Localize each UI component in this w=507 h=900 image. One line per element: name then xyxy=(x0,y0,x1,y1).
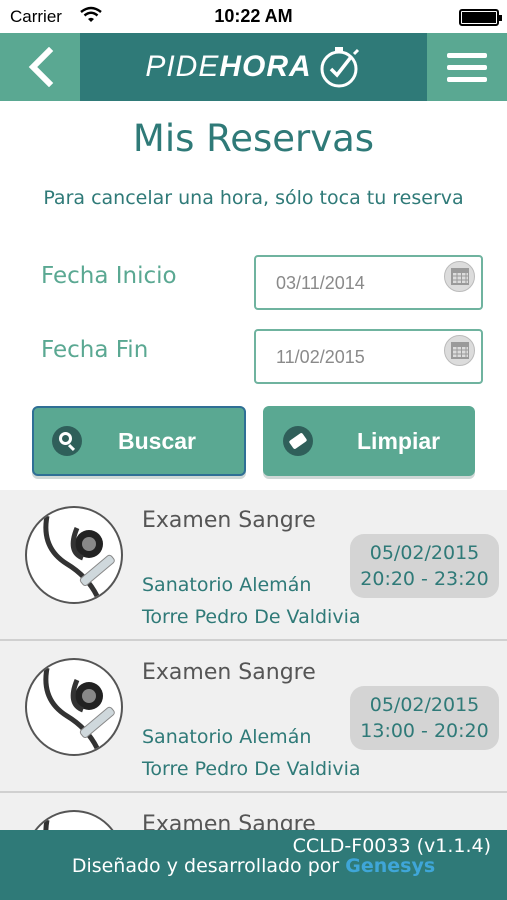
instruction-text: Para cancelar una hora, sólo toca tu res… xyxy=(43,187,464,209)
reservation-date: 05/02/2015 xyxy=(369,694,480,716)
hamburger-icon-line xyxy=(447,76,487,82)
end-date-value: 11/02/2015 xyxy=(276,347,365,367)
reservation-time: 20:20 - 23:20 xyxy=(360,568,489,590)
search-icon xyxy=(52,426,82,456)
logo-text-hora: HORA xyxy=(219,50,312,83)
battery-icon xyxy=(459,9,502,26)
reservation-branch: Torre Pedro De Valdivia xyxy=(142,606,361,628)
hamburger-icon xyxy=(447,52,487,58)
app-logo: PIDE HORA xyxy=(80,33,427,101)
reservation-title: Examen Sangre xyxy=(142,660,316,685)
stethoscope-icon xyxy=(25,810,123,830)
footer: CCLD-F0033 (v1.1.4) Diseñado y desarroll… xyxy=(0,830,507,900)
page-title: Mis Reservas xyxy=(132,117,375,160)
eraser-icon xyxy=(283,426,313,456)
reservation-row[interactable]: Examen Sangre Sanatorio Alemán Torre Ped… xyxy=(0,642,507,793)
stethoscope-icon xyxy=(25,506,123,604)
back-button[interactable] xyxy=(0,33,80,101)
reservation-date-badge: 05/02/2015 20:20 - 23:20 xyxy=(350,534,499,598)
start-date-field[interactable]: 03/11/2014 xyxy=(254,255,483,310)
reservation-place: Sanatorio Alemán xyxy=(142,574,312,596)
credit-label: Diseñado y desarrollado por xyxy=(71,855,340,877)
stethoscope-icon xyxy=(25,658,123,756)
clear-button[interactable]: Limpiar xyxy=(263,406,475,476)
search-button[interactable]: Buscar xyxy=(32,406,246,476)
clear-button-label: Limpiar xyxy=(357,427,441,454)
search-button-label: Buscar xyxy=(118,427,196,454)
navbar: PIDE HORA xyxy=(0,33,507,101)
clock: 10:22 AM xyxy=(214,6,293,26)
status-bar: Carrier 10:22 AM xyxy=(0,0,507,33)
menu-button[interactable] xyxy=(427,33,507,101)
end-date-field[interactable]: 11/02/2015 xyxy=(254,329,483,384)
credit-text: Diseñado y desarrollado por Genesys xyxy=(0,855,507,877)
reservation-title: Examen Sangre xyxy=(142,508,316,533)
start-date-label: Fecha Inicio xyxy=(41,263,177,289)
reservation-title: Examen Sangre xyxy=(142,812,316,830)
reservation-list[interactable]: Examen Sangre Sanatorio Alemán Torre Ped… xyxy=(0,490,507,830)
reservation-row[interactable]: Examen Sangre xyxy=(0,794,507,830)
calendar-icon[interactable] xyxy=(444,335,475,366)
logo-text-pide: PIDE xyxy=(145,50,220,83)
reservation-row[interactable]: Examen Sangre Sanatorio Alemán Torre Ped… xyxy=(0,490,507,641)
reservation-branch: Torre Pedro De Valdivia xyxy=(142,758,361,780)
reservation-time: 13:00 - 20:20 xyxy=(360,720,489,742)
reservation-date: 05/02/2015 xyxy=(369,542,480,564)
chevron-left-icon xyxy=(28,47,54,87)
reservation-place: Sanatorio Alemán xyxy=(142,726,312,748)
hamburger-icon-line xyxy=(447,64,487,70)
reservation-date-badge: 05/02/2015 13:00 - 20:20 xyxy=(350,686,499,750)
calendar-icon[interactable] xyxy=(444,261,475,292)
brand-link[interactable]: Genesys xyxy=(345,855,435,877)
clock-check-icon xyxy=(320,47,359,88)
end-date-label: Fecha Fin xyxy=(41,337,149,363)
version-label: CCLD-F0033 (v1.1.4) xyxy=(292,835,491,857)
start-date-value: 03/11/2014 xyxy=(276,273,365,293)
